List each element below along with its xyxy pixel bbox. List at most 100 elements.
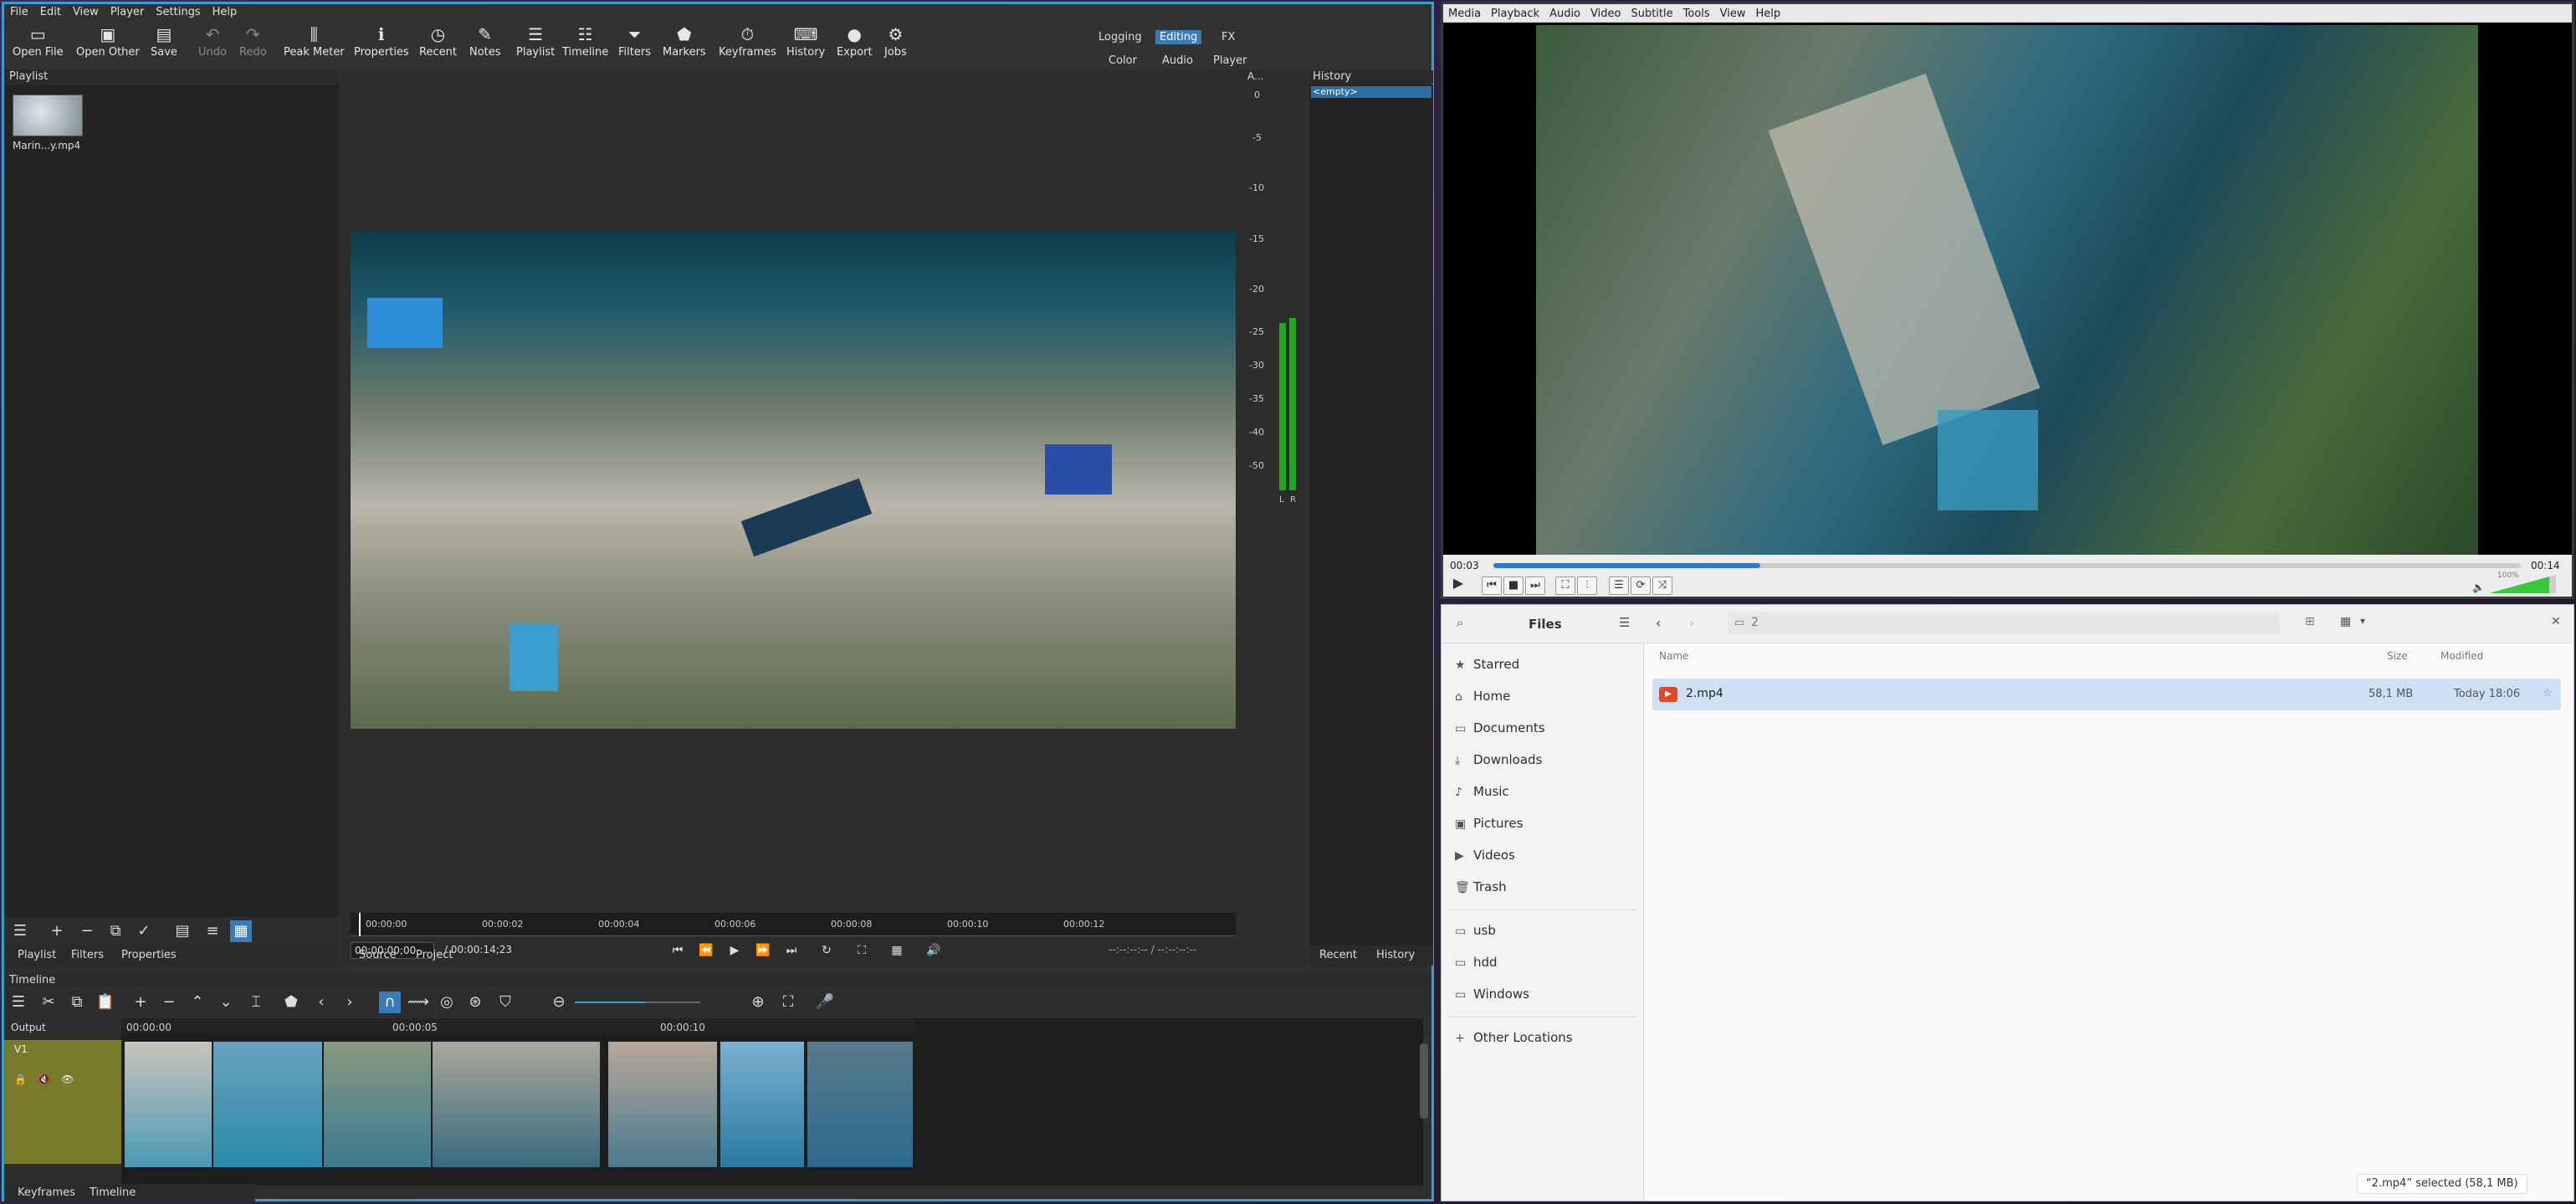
redo-button[interactable]: ↷ Redo xyxy=(239,23,267,59)
peak-meter-button[interactable]: ⫼ Peak Meter xyxy=(284,23,345,59)
tab-playlist[interactable]: Playlist xyxy=(18,949,56,961)
menu-view[interactable]: View xyxy=(67,4,105,20)
scrub-icon[interactable]: ⟿ xyxy=(407,991,429,1013)
layout-logging[interactable]: Logging xyxy=(1099,31,1142,44)
append-icon[interactable]: + xyxy=(130,991,151,1013)
recent-button[interactable]: ◷ Recent xyxy=(419,23,457,59)
playlist-item-label[interactable]: Marin...y.mp4 xyxy=(13,140,80,151)
back-icon[interactable]: ‹ xyxy=(1656,615,1661,631)
sidebar-item-hdd[interactable]: ▭ hdd xyxy=(1455,955,1498,970)
timeline-button[interactable]: ☷ Timeline xyxy=(562,23,608,59)
volume-icon[interactable]: 🔊 xyxy=(923,940,945,961)
undo-button[interactable]: ↶ Undo xyxy=(198,23,227,59)
column-modified[interactable]: Modified xyxy=(2440,650,2483,662)
history-item[interactable]: <empty> xyxy=(1311,86,1431,98)
vlc-extended-icon[interactable]: ⫶ xyxy=(1577,576,1597,595)
marker-icon[interactable]: ⬟ xyxy=(280,991,302,1013)
export-button[interactable]: ● Export xyxy=(837,23,873,59)
playlist-button[interactable]: ☰ Playlist xyxy=(516,23,555,59)
eye-icon[interactable]: 👁 xyxy=(61,1073,74,1085)
forward-icon[interactable]: › xyxy=(1689,615,1694,631)
jobs-button[interactable]: ⚙ Jobs xyxy=(884,23,907,59)
zoom-slider[interactable] xyxy=(575,1002,700,1003)
zoom-fit-icon[interactable]: ⛶ xyxy=(777,991,799,1013)
mute-icon[interactable]: 🔇 xyxy=(38,1073,50,1085)
fast-forward-icon[interactable]: ⏩ xyxy=(752,940,774,961)
playlist-menu-icon[interactable]: ☰ xyxy=(9,920,31,942)
time-ruler[interactable]: 00:00:00 00:00:02 00:00:04 00:00:06 00:0… xyxy=(351,913,1236,936)
prev-marker-icon[interactable]: ‹ xyxy=(310,991,332,1013)
layout-player[interactable]: Player xyxy=(1213,54,1247,67)
timeline-clip[interactable] xyxy=(608,1042,717,1167)
skip-next-icon[interactable]: ⏭ xyxy=(781,940,802,961)
menu-edit[interactable]: Edit xyxy=(34,4,67,20)
detail-view-icon[interactable]: ▤ xyxy=(172,920,193,942)
vlc-play-icon[interactable]: ▶ xyxy=(1448,575,1468,593)
star-outline-icon[interactable]: ☆ xyxy=(2543,687,2553,699)
zoom-out-icon[interactable]: ⊖ xyxy=(548,991,570,1013)
vlc-menu-subtitle[interactable]: Subtitle xyxy=(1626,5,1677,23)
sidebar-item-downloads[interactable]: ⤓ Downloads xyxy=(1455,752,1542,767)
playlist-thumbnail[interactable] xyxy=(13,95,83,136)
ripple-all-icon[interactable]: ⊛ xyxy=(464,991,486,1013)
vlc-shuffle-icon[interactable]: ⤨ xyxy=(1652,576,1672,595)
layout-fx[interactable]: FX xyxy=(1221,31,1235,44)
menu-file[interactable]: File xyxy=(4,4,34,20)
save-button[interactable]: ▤ Save xyxy=(151,23,177,59)
vlc-loop-icon[interactable]: ⟳ xyxy=(1631,576,1651,595)
rewind-icon[interactable]: ⏪ xyxy=(695,940,717,961)
tab-recent[interactable]: Recent xyxy=(1319,949,1357,961)
vlc-fullscreen-icon[interactable]: ⛶ xyxy=(1555,576,1575,595)
sidebar-item-documents[interactable]: ▭ Documents xyxy=(1455,720,1545,735)
lift-icon[interactable]: ⌃ xyxy=(187,991,208,1013)
sidebar-item-windows[interactable]: ▭ Windows xyxy=(1455,986,1529,1002)
timeline-clip[interactable] xyxy=(807,1042,913,1167)
vlc-speaker-icon[interactable]: 🔈 xyxy=(2472,582,2485,593)
timeline-clip[interactable] xyxy=(125,1042,212,1167)
search-icon[interactable]: ⌕ xyxy=(1457,615,1463,630)
skip-previous-icon[interactable]: ⏮ xyxy=(667,940,689,961)
playhead[interactable] xyxy=(359,913,361,936)
overwrite-icon[interactable]: ⌄ xyxy=(215,991,237,1013)
timeline-scrollbar[interactable] xyxy=(1420,1043,1428,1119)
notes-button[interactable]: ✎ Notes xyxy=(469,23,501,59)
playlist-add-icon[interactable]: + xyxy=(46,920,68,942)
sidebar-item-videos[interactable]: ▶ Videos xyxy=(1455,848,1515,863)
markers-button[interactable]: ⬟ Markers xyxy=(663,23,706,59)
timeline-clip[interactable] xyxy=(213,1042,322,1167)
snap-icon[interactable]: ∩ xyxy=(379,991,401,1013)
split-icon[interactable]: ⌶ xyxy=(245,991,267,1013)
vlc-menu-view[interactable]: View xyxy=(1715,5,1751,23)
vlc-playlist-icon[interactable]: ☰ xyxy=(1609,576,1629,595)
tab-keyframes[interactable]: Keyframes xyxy=(18,1186,75,1199)
hamburger-menu-icon[interactable]: ☰ xyxy=(1619,615,1630,630)
video-frame[interactable] xyxy=(351,231,1236,729)
tab-timeline[interactable]: Timeline xyxy=(90,1186,136,1199)
sidebar-item-starred[interactable]: ★ Starred xyxy=(1455,657,1519,672)
list-view-icon[interactable]: ≡ xyxy=(202,920,223,942)
copy-icon[interactable]: ⧉ xyxy=(66,991,88,1013)
tab-project[interactable]: Project xyxy=(416,949,453,961)
vlc-video-area[interactable] xyxy=(1443,23,2572,555)
lock-icon[interactable]: 🔒 xyxy=(14,1073,27,1085)
tab-filters[interactable]: Filters xyxy=(71,949,104,961)
ripple-markers-icon[interactable]: ⛉ xyxy=(494,991,516,1013)
grid-view-icon[interactable]: ▦ xyxy=(2340,615,2351,628)
remove-icon[interactable]: − xyxy=(158,991,180,1013)
sidebar-item-usb[interactable]: ▭ usb xyxy=(1455,923,1496,938)
ripple-icon[interactable]: ◎ xyxy=(436,991,458,1013)
history-button[interactable]: ⌨ History xyxy=(786,23,825,59)
zoom-icon[interactable]: ⛶ xyxy=(851,940,873,961)
timeline-clip[interactable] xyxy=(720,1042,804,1167)
playlist-remove-icon[interactable]: − xyxy=(76,920,98,942)
layout-editing[interactable]: Editing xyxy=(1155,30,1202,44)
file-row[interactable]: ▶ 2.mp4 58,1 MB Today 18:06 ☆ xyxy=(1652,679,2561,710)
menu-player[interactable]: Player xyxy=(105,4,150,20)
properties-button[interactable]: ℹ Properties xyxy=(354,23,409,59)
vlc-menu-tools[interactable]: Tools xyxy=(1678,5,1715,23)
sidebar-item-home[interactable]: ⌂ Home xyxy=(1455,689,1510,704)
sidebar-item-music[interactable]: ♪ Music xyxy=(1455,784,1509,799)
column-size[interactable]: Size xyxy=(2387,650,2408,662)
vlc-stop-icon[interactable]: ■ xyxy=(1503,576,1524,595)
filters-button[interactable]: ⏷ Filters xyxy=(618,23,651,59)
